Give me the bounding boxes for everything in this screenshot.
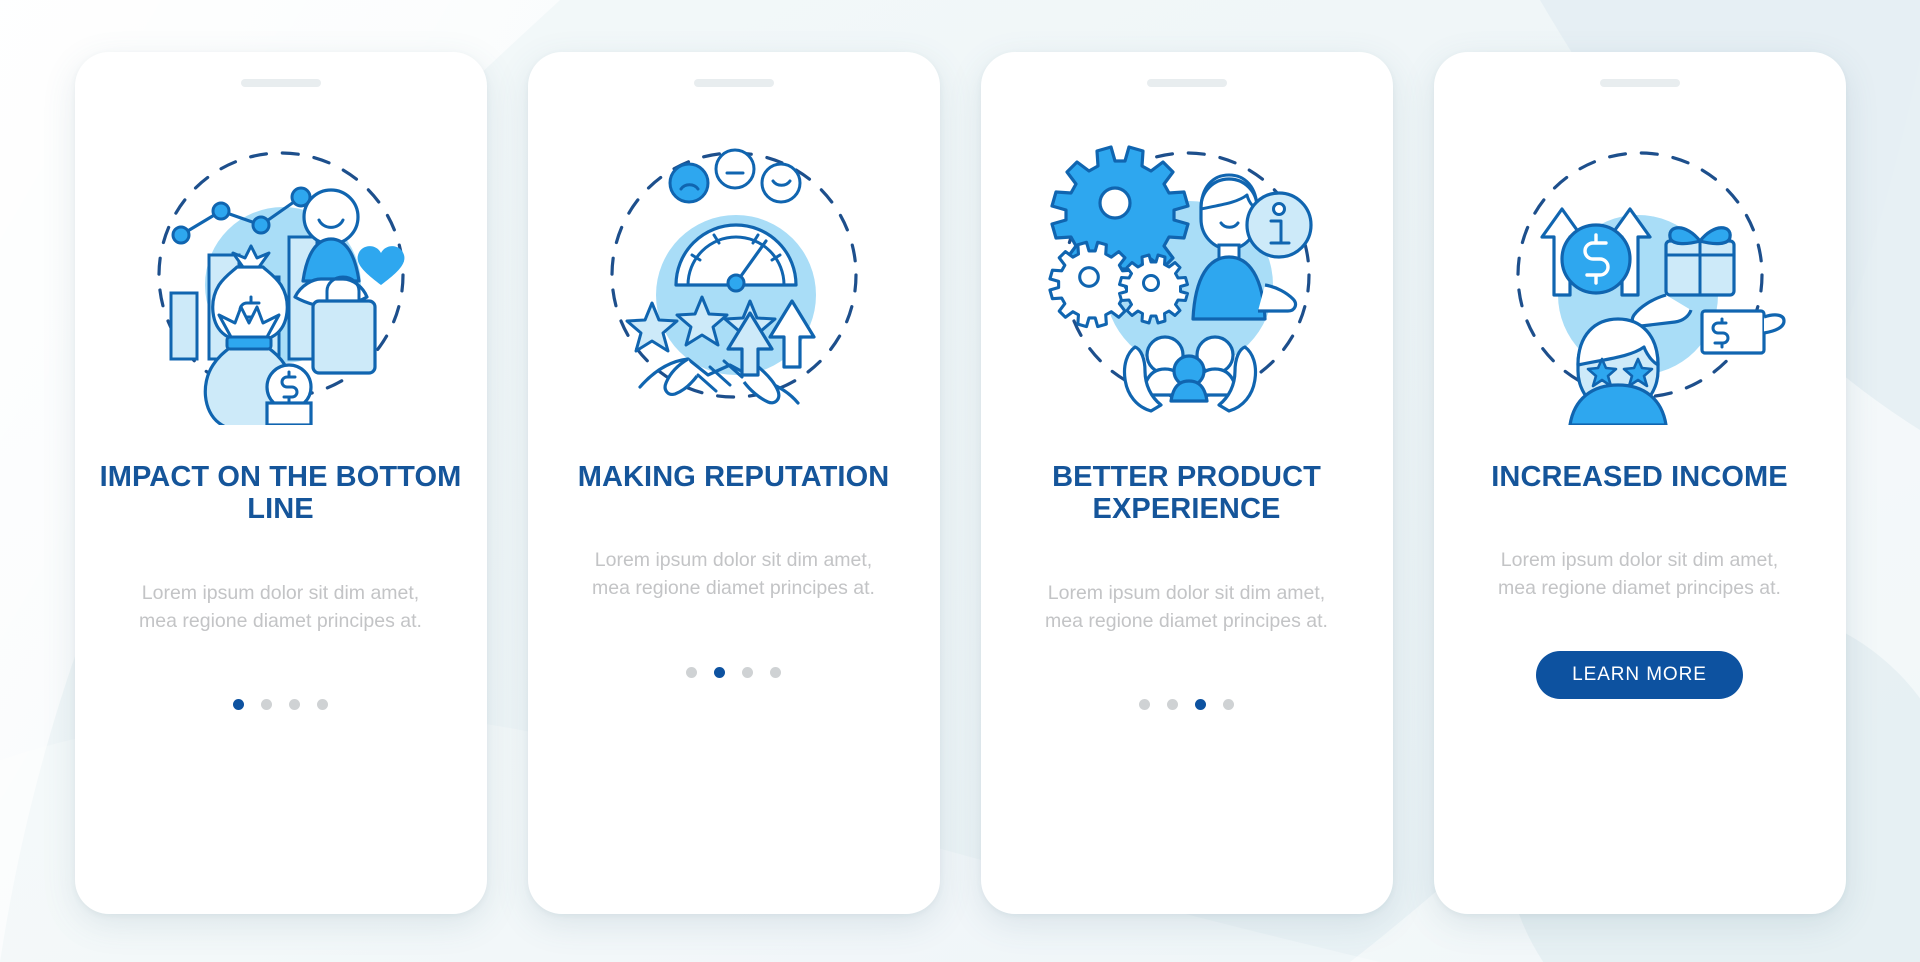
- page-title: BETTER PRODUCT EXPERIENCE: [1052, 461, 1321, 526]
- onboarding-screen-1: IMPACT ON THE BOTTOM LINE Lorem ipsum do…: [74, 52, 487, 914]
- pagination-dot-3[interactable]: [742, 666, 753, 678]
- page-title: MAKING REPUTATION: [577, 461, 890, 493]
- pagination-dot-2[interactable]: [261, 699, 272, 711]
- pagination-dot-4[interactable]: [770, 666, 781, 678]
- phone-speaker-bar: [693, 79, 774, 87]
- page-description: Lorem ipsum dolor sit dim amet, mea regi…: [592, 549, 875, 600]
- increased-income-gift-reward-illustration: [1434, 105, 1846, 445]
- pagination-dots[interactable]: [1139, 699, 1234, 711]
- page-title: IMPACT ON THE BOTTOM LINE: [99, 461, 462, 526]
- reputation-gauge-stars-handshake-illustration: [528, 105, 940, 445]
- phone-speaker-bar: [1599, 79, 1680, 87]
- phone-speaker-bar: [240, 79, 321, 87]
- pagination-dot-1[interactable]: [1139, 699, 1150, 711]
- bottom-line-chart-money-shopper-illustration: [75, 105, 487, 445]
- onboarding-screens-row: IMPACT ON THE BOTTOM LINE Lorem ipsum do…: [0, 0, 1920, 962]
- pagination-dot-2[interactable]: [714, 666, 725, 678]
- pagination-dot-4[interactable]: [317, 699, 328, 711]
- onboarding-screen-2: MAKING REPUTATION Lorem ipsum dolor sit …: [527, 52, 940, 914]
- pagination-dot-2[interactable]: [1167, 699, 1178, 711]
- pagination-dot-4[interactable]: [1223, 699, 1234, 711]
- pagination-dot-1[interactable]: [686, 666, 697, 678]
- phone-speaker-bar: [1146, 79, 1227, 87]
- pagination-dots[interactable]: [686, 666, 781, 678]
- pagination-dot-3[interactable]: [289, 699, 300, 711]
- page-description: Lorem ipsum dolor sit dim amet, mea regi…: [1498, 549, 1781, 600]
- onboarding-screen-3: BETTER PRODUCT EXPERIENCE Lorem ipsum do…: [980, 52, 1393, 914]
- pagination-dot-1[interactable]: [233, 699, 244, 711]
- pagination-dots[interactable]: [233, 699, 328, 711]
- page-description: Lorem ipsum dolor sit dim amet, mea regi…: [139, 581, 422, 632]
- onboarding-screen-4: INCREASED INCOME Lorem ipsum dolor sit d…: [1433, 52, 1846, 914]
- page-title: INCREASED INCOME: [1491, 461, 1788, 493]
- product-experience-gears-support-illustration: [981, 105, 1393, 445]
- pagination-dot-3[interactable]: [1195, 699, 1206, 711]
- learn-more-button[interactable]: LEARN MORE: [1536, 650, 1743, 699]
- page-description: Lorem ipsum dolor sit dim amet, mea regi…: [1045, 581, 1328, 632]
